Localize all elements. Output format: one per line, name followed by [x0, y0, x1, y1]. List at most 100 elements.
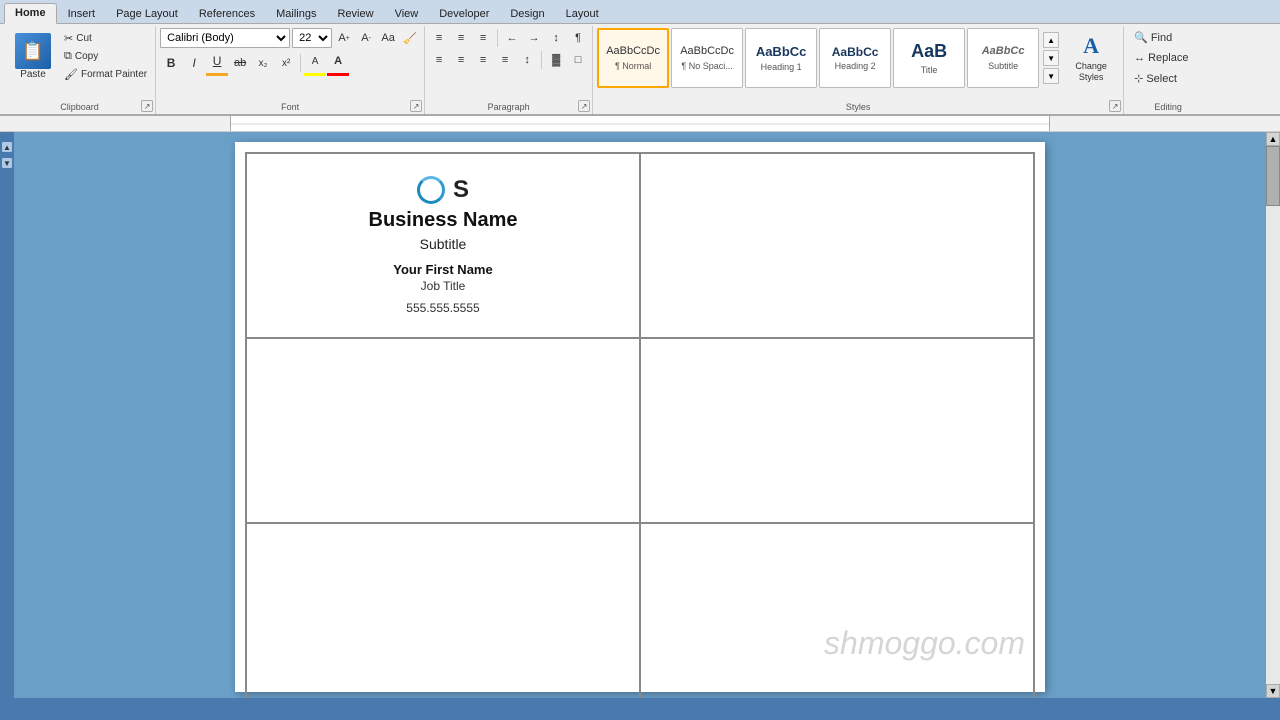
- increase-font-button[interactable]: A+: [334, 28, 354, 48]
- clear-formatting-button[interactable]: 🧹: [400, 28, 420, 48]
- format-painter-icon: 🖌: [64, 68, 78, 81]
- numbering-button[interactable]: ≡: [451, 28, 471, 48]
- find-button[interactable]: 🔍 Find: [1128, 28, 1208, 47]
- tab-pagelayout[interactable]: Page Layout: [106, 5, 188, 23]
- paragraph-row1: ≡ ≡ ≡ ← → ↕ ¶: [429, 28, 588, 48]
- copy-button[interactable]: ⧉ Copy: [60, 48, 151, 65]
- border-button[interactable]: □: [568, 50, 588, 70]
- cut-button[interactable]: ✂ Cut: [60, 30, 151, 47]
- paste-label: Paste: [20, 69, 46, 80]
- editing-group: 🔍 Find ↔ Replace ⊹ Select Editing: [1124, 26, 1212, 114]
- card-cell-botleft[interactable]: [246, 523, 640, 698]
- style-subtitle-preview: AaBbCc: [982, 45, 1025, 58]
- style-nospacing-preview: AaBbCcDc: [680, 45, 734, 58]
- align-left-button[interactable]: ≡: [429, 50, 449, 70]
- card-cell-topright[interactable]: [640, 153, 1034, 338]
- clipboard-content: 📋 Paste ✂ Cut ⧉ Copy 🖌 Format Painter: [8, 28, 151, 112]
- styles-expand[interactable]: ↗: [1109, 100, 1121, 112]
- font-format-row: B I U ab x₂ x² A A: [160, 50, 420, 76]
- style-normal-label: ¶ Normal: [615, 61, 651, 71]
- main-area: ▲ ▼ S Business Name Subtitle Your First …: [0, 132, 1280, 698]
- change-styles-button[interactable]: A ChangeStyles: [1061, 28, 1121, 88]
- decrease-font-button[interactable]: A-: [356, 28, 376, 48]
- cut-label: Cut: [76, 33, 92, 44]
- font-size-dropdown[interactable]: 22: [292, 28, 332, 48]
- bullets-button[interactable]: ≡: [429, 28, 449, 48]
- sidebar-arrow-up[interactable]: ▲: [2, 142, 12, 152]
- replace-button[interactable]: ↔ Replace: [1128, 49, 1208, 67]
- tab-review[interactable]: Review: [327, 5, 383, 23]
- card-cell-midleft[interactable]: [246, 338, 640, 523]
- find-label: Find: [1151, 32, 1172, 44]
- card-business-name: Business Name: [369, 209, 518, 232]
- font-expand[interactable]: ↗: [410, 100, 422, 112]
- style-title[interactable]: AaB Title: [893, 28, 965, 88]
- find-icon: 🔍: [1134, 31, 1148, 44]
- scroll-thumb[interactable]: [1266, 146, 1280, 206]
- paste-button[interactable]: 📋 Paste: [8, 30, 58, 83]
- format-painter-label: Format Painter: [81, 69, 147, 80]
- editing-content: 🔍 Find ↔ Replace ⊹ Select: [1128, 28, 1208, 102]
- card-cell-topleft[interactable]: S Business Name Subtitle Your First Name…: [246, 153, 640, 338]
- tab-insert[interactable]: Insert: [58, 5, 106, 23]
- card-cell-botright[interactable]: [640, 523, 1034, 698]
- paragraph-expand[interactable]: ↗: [578, 100, 590, 112]
- document-area: S Business Name Subtitle Your First Name…: [14, 132, 1266, 698]
- text-effect-wrap: A: [304, 50, 326, 76]
- style-subtitle[interactable]: AaBbCc Subtitle: [967, 28, 1039, 88]
- tab-references[interactable]: References: [189, 5, 265, 23]
- scrollbar: ▲ ▼: [1266, 132, 1280, 698]
- bold-wrap: B: [160, 52, 182, 74]
- line-spacing-button[interactable]: ↕: [517, 50, 537, 70]
- tab-view[interactable]: View: [385, 5, 429, 23]
- tab-layout[interactable]: Layout: [556, 5, 609, 23]
- style-heading2-preview: AaBbCc: [832, 45, 879, 59]
- italic-button[interactable]: I: [183, 52, 205, 74]
- change-case-button[interactable]: Aa: [378, 28, 398, 48]
- underline-button[interactable]: U: [206, 50, 228, 72]
- select-button[interactable]: ⊹ Select: [1128, 69, 1208, 88]
- card-cell-midright[interactable]: [640, 338, 1034, 523]
- shading-button[interactable]: ▓: [546, 50, 566, 70]
- styles-scroll-more[interactable]: ▼: [1043, 68, 1059, 84]
- style-normal[interactable]: AaBbCcDc ¶ Normal: [597, 28, 669, 88]
- bold-button[interactable]: B: [160, 52, 182, 74]
- font-label: Font: [156, 102, 424, 112]
- decrease-indent-button[interactable]: ←: [502, 28, 522, 48]
- scroll-up-button[interactable]: ▲: [1266, 132, 1280, 146]
- font-color-button[interactable]: A: [327, 50, 349, 72]
- card-phone: 555.555.5555: [369, 301, 518, 315]
- style-title-preview: AaB: [911, 41, 947, 63]
- text-effect-button[interactable]: A: [304, 50, 326, 72]
- sidebar-arrow-down[interactable]: ▼: [2, 158, 12, 168]
- scroll-down-button[interactable]: ▼: [1266, 684, 1280, 698]
- tab-home[interactable]: Home: [4, 3, 57, 24]
- font-group-content: Calibri (Body) 22 A+ A- Aa 🧹 B I U: [160, 28, 420, 90]
- styles-scroll-down[interactable]: ▼: [1043, 50, 1059, 66]
- sort-button[interactable]: ↕: [546, 28, 566, 48]
- clipboard-expand[interactable]: ↗: [141, 100, 153, 112]
- style-nospacing[interactable]: AaBbCcDc ¶ No Spaci...: [671, 28, 743, 88]
- subscript-button[interactable]: x₂: [252, 52, 274, 74]
- pilcrow-button[interactable]: ¶: [568, 28, 588, 48]
- font-name-dropdown[interactable]: Calibri (Body): [160, 28, 290, 48]
- justify-button[interactable]: ≡: [495, 50, 515, 70]
- copy-label: Copy: [75, 51, 98, 62]
- increase-indent-button[interactable]: →: [524, 28, 544, 48]
- card-person-name: Your First Name: [369, 262, 518, 277]
- tab-design[interactable]: Design: [500, 5, 554, 23]
- change-styles-icon: A: [1083, 33, 1099, 59]
- replace-label: Replace: [1148, 52, 1188, 64]
- align-right-button[interactable]: ≡: [473, 50, 493, 70]
- multilevel-button[interactable]: ≡: [473, 28, 493, 48]
- strikethrough-button[interactable]: ab: [229, 52, 251, 74]
- style-heading1[interactable]: AaBbCc Heading 1: [745, 28, 817, 88]
- tab-mailings[interactable]: Mailings: [266, 5, 326, 23]
- align-center-button[interactable]: ≡: [451, 50, 471, 70]
- style-heading2-label: Heading 2: [835, 61, 876, 71]
- styles-scroll-up[interactable]: ▲: [1043, 32, 1059, 48]
- tab-developer[interactable]: Developer: [429, 5, 499, 23]
- format-painter-button[interactable]: 🖌 Format Painter: [60, 66, 151, 83]
- superscript-button[interactable]: x²: [275, 52, 297, 74]
- style-heading2[interactable]: AaBbCc Heading 2: [819, 28, 891, 88]
